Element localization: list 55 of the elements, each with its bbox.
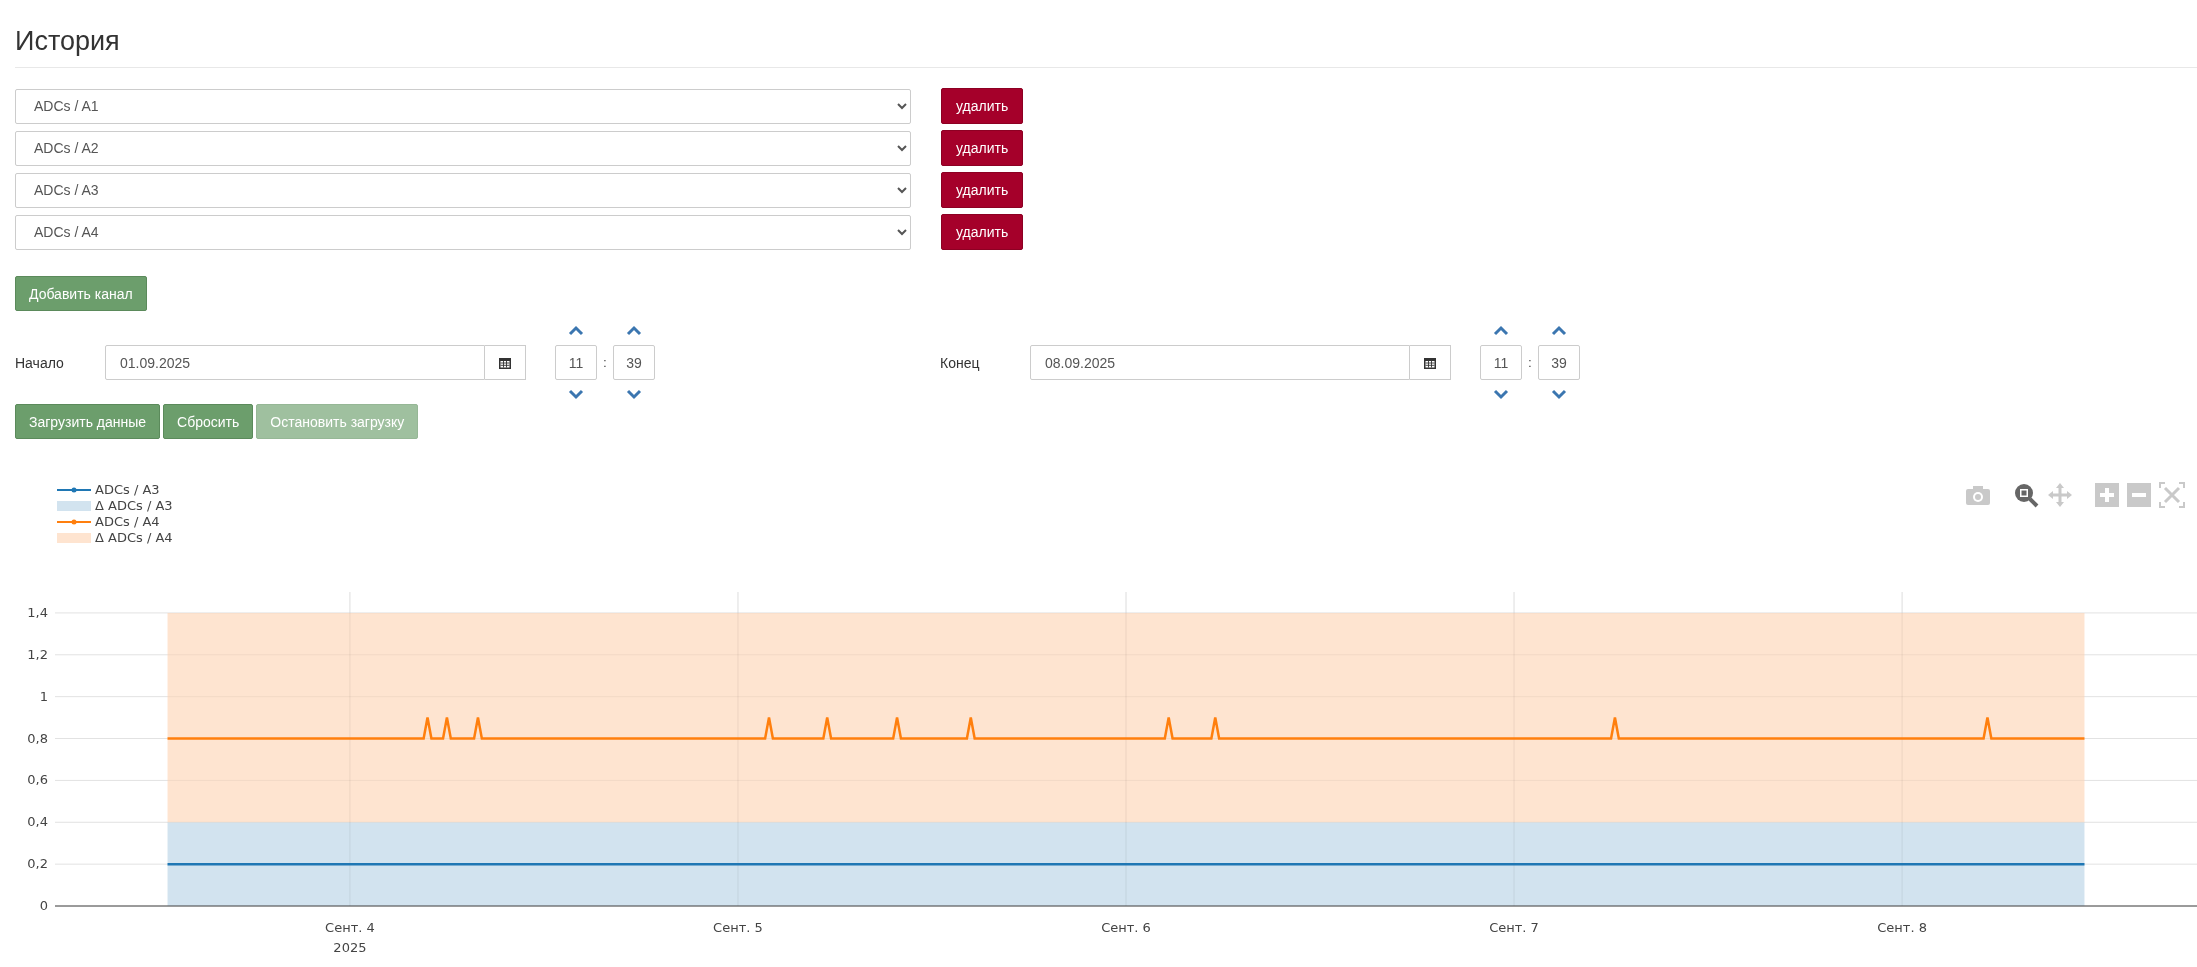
x-tick-label: Сент. 4	[325, 920, 375, 935]
chevron-down-button[interactable]	[568, 388, 584, 400]
y-tick-label: 0,8	[27, 730, 48, 746]
pan-icon	[2047, 482, 2073, 508]
legend-label[interactable]: ADCs / A3	[95, 482, 160, 497]
chevron-down-button[interactable]	[1493, 388, 1509, 400]
year-label: 2025	[333, 940, 367, 955]
legend-label[interactable]: Δ ADCs / A4	[95, 530, 173, 545]
delete-button[interactable]: удалить	[941, 214, 1024, 250]
y-tick-label: 1,2	[27, 646, 48, 662]
hour-field[interactable]: 11	[555, 345, 597, 380]
chevron-up-button[interactable]	[626, 325, 642, 337]
calendar-button[interactable]	[1410, 345, 1451, 380]
x-tick-label: Сент. 5	[713, 920, 763, 935]
zoom-out-icon	[2127, 483, 2151, 507]
channel-select[interactable]: ADCs / A4	[15, 214, 911, 250]
minute-field[interactable]: 39	[1538, 345, 1580, 380]
zoom-in-icon	[2095, 483, 2119, 507]
y-tick-label: 0,2	[27, 856, 48, 872]
chevron-down-button[interactable]	[1551, 388, 1567, 400]
legend-label[interactable]: ADCs / A4	[95, 514, 160, 529]
toolbar-button[interactable]	[2013, 482, 2039, 508]
x-tick-label: Сент. 8	[1877, 920, 1927, 935]
zoom-icon	[2013, 482, 2039, 508]
autoscale-icon	[2159, 482, 2185, 508]
channel-select[interactable]: ADCs / A3	[15, 172, 911, 208]
delete-button[interactable]: удалить	[941, 172, 1024, 208]
chevron-up-button[interactable]	[1551, 325, 1567, 337]
legend-label[interactable]: Δ ADCs / A3	[95, 498, 173, 513]
calendar-icon	[1424, 356, 1436, 369]
calendar-icon	[499, 356, 511, 369]
page-title: История	[15, 0, 2197, 68]
chevron-up-button[interactable]	[1493, 325, 1509, 337]
range-label: Конец	[940, 354, 981, 371]
x-tick-label: Сент. 7	[1489, 920, 1539, 935]
time-separator: :	[1527, 355, 1533, 370]
chevron-up-button[interactable]	[568, 325, 584, 337]
chevron-down-button[interactable]	[626, 388, 642, 400]
delete-button[interactable]: удалить	[941, 130, 1024, 166]
date-field[interactable]: 08.09.2025	[1030, 345, 1410, 380]
time-separator: :	[602, 355, 608, 370]
range-label: Начало	[15, 354, 65, 371]
y-tick-label: 0,4	[27, 814, 48, 830]
calendar-button[interactable]	[485, 345, 526, 380]
hour-field[interactable]: 11	[1480, 345, 1522, 380]
channel-select[interactable]: ADCs / A2	[15, 130, 911, 166]
y-tick-label: 1,4	[27, 604, 48, 620]
y-tick-label: 0	[39, 898, 48, 913]
y-tick-label: 0,6	[27, 772, 48, 788]
minute-field[interactable]: 39	[613, 345, 655, 380]
x-tick-label: Сент. 6	[1101, 920, 1151, 935]
date-field[interactable]: 01.09.2025	[105, 345, 485, 380]
channel-select[interactable]: ADCs / A1	[15, 88, 911, 124]
y-tick-label: 1	[39, 688, 48, 704]
delete-button[interactable]: удалить	[941, 88, 1024, 124]
